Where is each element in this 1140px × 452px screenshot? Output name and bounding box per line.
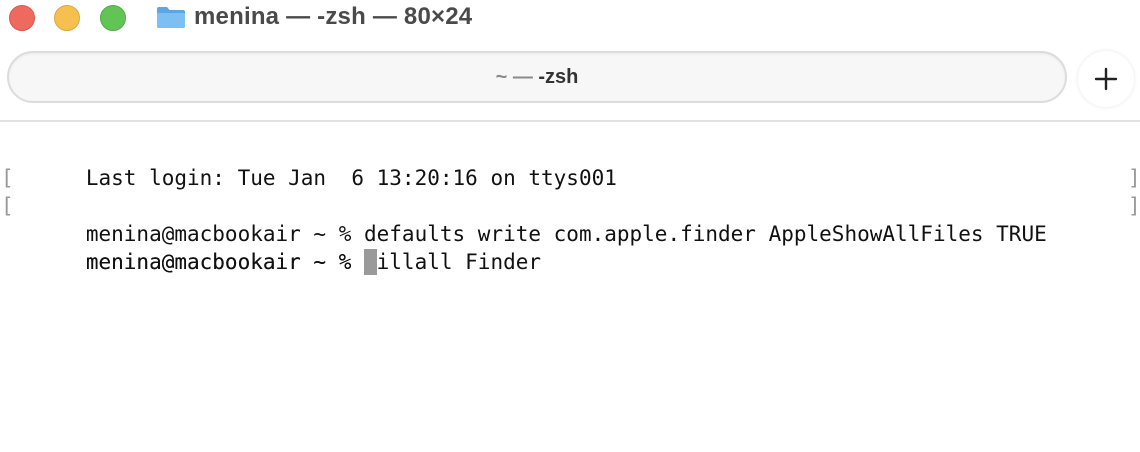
new-tab-button[interactable]: [1078, 51, 1134, 107]
terminal-line: Last login: Tue Jan 6 13:20:16 on ttys00…: [0, 136, 1140, 190]
tab-path: ~ —: [495, 66, 539, 88]
terminal-output[interactable]: Last login: Tue Jan 6 13:20:16 on ttys00…: [0, 136, 1140, 452]
close-button[interactable]: [9, 5, 35, 31]
terminal-line: [ menina@macbookair ~ % killall Finder ]: [0, 192, 1140, 274]
title-bar[interactable]: menina — -zsh — 80×24: [0, 0, 1140, 40]
tab-zsh[interactable]: ~ — -zsh: [7, 51, 1067, 103]
prompt-text: menina@macbookair ~ %: [85, 250, 365, 274]
divider: [0, 120, 1140, 122]
text-cursor: [364, 248, 378, 275]
terminal-window: menina — -zsh — 80×24 ~ — -zsh Last logi…: [0, 0, 1140, 452]
line-mark-right: ]: [1128, 194, 1140, 218]
tab-bar: ~ — -zsh: [0, 44, 1140, 118]
terminal-line: menina@macbookair ~ %: [0, 220, 1140, 275]
maximize-button[interactable]: [100, 5, 126, 31]
line-mark-right: ]: [1128, 166, 1140, 190]
minimize-button[interactable]: [54, 5, 80, 31]
tab-label: -zsh: [538, 66, 579, 88]
line-mark-left: [: [1, 194, 14, 218]
window-title: menina — -zsh — 80×24: [194, 3, 473, 30]
terminal-line: [ menina@macbookair ~ % defaults write c…: [0, 164, 1140, 246]
plus-icon: [1094, 67, 1118, 91]
folder-icon: [157, 7, 185, 28]
line-mark-left: [: [1, 166, 14, 190]
